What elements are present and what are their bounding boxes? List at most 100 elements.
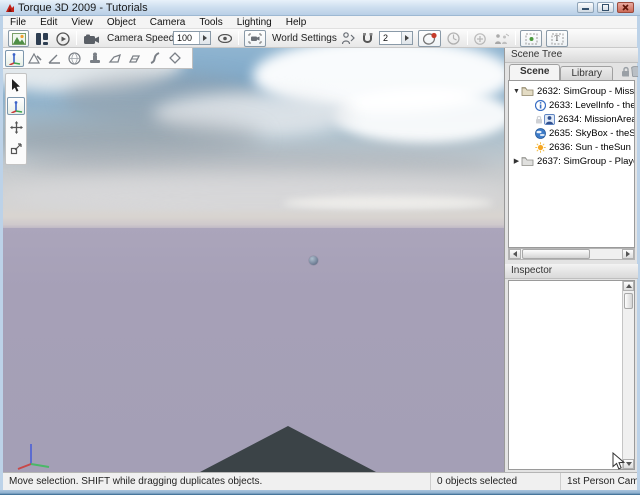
camera-mode: 1st Person Camera xyxy=(561,473,637,490)
world-editor-button[interactable] xyxy=(8,30,29,47)
camera-fit-icon xyxy=(248,33,262,44)
dropdown-arrow-icon[interactable] xyxy=(199,32,210,44)
tree-item-label: 2632: SimGroup - MissionGroup xyxy=(537,86,634,97)
decal-editor-tool[interactable] xyxy=(105,50,124,67)
mountain-pencil-icon xyxy=(28,52,42,64)
person-badge-icon xyxy=(544,114,555,125)
tab-scene[interactable]: Scene xyxy=(509,64,560,80)
terrain-editor-tool[interactable] xyxy=(25,50,44,67)
dropdown-arrow-icon[interactable] xyxy=(401,32,412,44)
inspector-vertical-scrollbar[interactable] xyxy=(622,281,634,469)
terrain-painter-tool[interactable] xyxy=(45,50,64,67)
drop-at-player-button[interactable] xyxy=(339,30,357,47)
rotate-tool[interactable] xyxy=(7,118,25,136)
menu-file[interactable]: File xyxy=(3,16,33,29)
folder-icon xyxy=(521,156,534,166)
tree-item-label: 2634: MissionArea - theMis xyxy=(558,114,634,125)
render-bounds-toggle[interactable] xyxy=(520,30,542,47)
sphere-object[interactable] xyxy=(309,256,318,265)
tab-library[interactable]: Library xyxy=(560,66,613,80)
scroll-left-button[interactable] xyxy=(509,249,521,259)
tree-item-simgroup-missiongroup[interactable]: ▼ 2632: SimGroup - MissionGroup xyxy=(509,84,634,98)
menu-lighting[interactable]: Lighting xyxy=(230,16,279,29)
camera-speed-dropdown[interactable]: 100 xyxy=(173,31,211,45)
menu-help[interactable]: Help xyxy=(279,16,314,29)
scroll-up-button[interactable] xyxy=(623,281,634,291)
scrollbar-thumb[interactable] xyxy=(522,249,590,259)
select-tool[interactable] xyxy=(7,76,25,94)
window-minimize-button[interactable] xyxy=(577,2,594,13)
menu-edit[interactable]: Edit xyxy=(33,16,64,29)
viewport-3d[interactable] xyxy=(3,48,504,472)
pyramid-object[interactable] xyxy=(200,426,376,472)
scale-icon xyxy=(10,142,23,155)
editor-palette xyxy=(3,48,193,69)
menu-bar: File Edit View Object Camera Tools Light… xyxy=(3,16,637,29)
tree-item-simgroup-playerdrop[interactable]: ▶ 2637: SimGroup - PlayerDropP xyxy=(509,154,634,168)
sphere-tool-icon xyxy=(68,52,81,65)
window-maximize-button[interactable] xyxy=(597,2,614,13)
scene-tree-header: Scene Tree xyxy=(505,48,638,63)
render-text-toggle[interactable]: T xyxy=(546,30,568,47)
tree-item-label: 2635: SkyBox - theSky xyxy=(549,128,634,139)
window-bottom-border xyxy=(0,490,640,495)
tree-item-label: 2633: LevelInfo - theLevelInfo xyxy=(549,100,634,111)
scale-tool[interactable] xyxy=(7,139,25,157)
players-button[interactable] xyxy=(491,30,511,47)
toolbar-separator xyxy=(76,31,77,45)
menu-object[interactable]: Object xyxy=(100,16,143,29)
sun-icon xyxy=(535,142,546,153)
cursor-arrow-icon xyxy=(11,79,21,92)
tree-item-missionarea[interactable]: 2634: MissionArea - theMis xyxy=(509,112,634,126)
skybox-sky xyxy=(3,48,504,218)
scroll-right-button[interactable] xyxy=(622,249,634,259)
tree-item-skybox[interactable]: 2635: SkyBox - theSky xyxy=(509,126,634,140)
app-logo-icon xyxy=(5,3,15,13)
status-bar: Move selection. SHIFT while dragging dup… xyxy=(3,472,637,490)
scrollbar-thumb[interactable] xyxy=(624,293,633,309)
collapse-icon[interactable]: ▼ xyxy=(512,88,521,95)
torque-editor-window: Torque 3D 2009 - Tutorials File Edit Vie… xyxy=(0,0,640,495)
eye-icon xyxy=(218,34,232,43)
camera-speed-label: Camera Speed xyxy=(107,33,174,44)
play-game-button[interactable] xyxy=(54,30,72,47)
tree-item-levelinfo[interactable]: 2633: LevelInfo - theLevelInfo xyxy=(509,98,634,112)
camera-menu-button[interactable] xyxy=(82,30,102,47)
inspector-panel[interactable] xyxy=(508,280,635,470)
tree-item-sun[interactable]: 2636: Sun - theSun xyxy=(509,140,634,154)
move-tool[interactable] xyxy=(7,97,25,115)
title-bar[interactable]: Torque 3D 2009 - Tutorials xyxy=(0,0,640,16)
forest-editor-tool[interactable] xyxy=(125,50,144,67)
plus-circle-icon xyxy=(474,33,486,45)
snap-distance-dropdown[interactable]: 2 xyxy=(379,31,413,45)
trash-icon[interactable] xyxy=(631,66,638,77)
road-editor-tool[interactable] xyxy=(165,50,184,67)
angle-brush-icon xyxy=(48,53,62,64)
material-editor-tool[interactable] xyxy=(65,50,84,67)
datablock-editor-tool[interactable] xyxy=(85,50,104,67)
add-object-button[interactable] xyxy=(471,30,488,47)
menu-view[interactable]: View xyxy=(64,16,100,29)
object-snap-button[interactable] xyxy=(360,30,375,47)
visibility-button[interactable] xyxy=(216,30,234,47)
window-close-button[interactable] xyxy=(617,2,634,13)
mouse-cursor xyxy=(612,452,625,471)
terrain-snap-toggle[interactable] xyxy=(418,30,441,47)
menu-tools[interactable]: Tools xyxy=(192,16,229,29)
menu-camera[interactable]: Camera xyxy=(143,16,193,29)
text-toggle-glyph: T xyxy=(555,34,560,43)
fit-camera-button[interactable] xyxy=(244,30,266,47)
expand-icon[interactable]: ▶ xyxy=(512,157,521,165)
gui-editor-button[interactable] xyxy=(33,30,51,47)
object-editor-tool[interactable] xyxy=(5,50,24,67)
tree-horizontal-scrollbar[interactable] xyxy=(508,248,635,260)
wedge-tool-icon xyxy=(108,52,121,64)
move-gizmo-icon xyxy=(10,100,23,113)
river-editor-tool[interactable] xyxy=(145,50,164,67)
folder-icon xyxy=(521,86,534,96)
scene-tree-list[interactable]: ▼ 2632: SimGroup - MissionGroup 2633: Le… xyxy=(508,80,635,248)
maximize-icon xyxy=(602,4,609,11)
lock-icon[interactable] xyxy=(621,66,629,77)
soft-snap-button[interactable] xyxy=(444,30,463,47)
world-settings-label: World Settings xyxy=(272,33,337,44)
